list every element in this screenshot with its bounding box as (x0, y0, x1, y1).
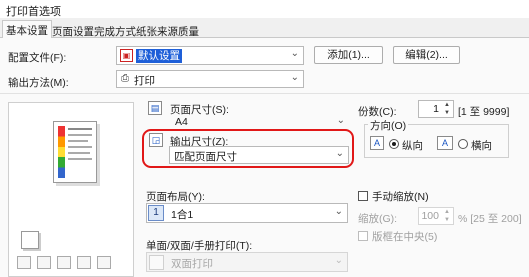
tab-quality[interactable]: 质量 (174, 21, 203, 38)
chevron-down-icon: ⌄ (334, 206, 343, 217)
copies-preview-icon (21, 231, 39, 249)
chevron-down-icon: ⌄ (336, 115, 345, 126)
preview-text-line (68, 140, 88, 142)
duplex-label: 单面/双面/手册打印(T): (146, 240, 253, 252)
center-checkbox[interactable] (358, 231, 368, 241)
window-title: 打印首选项 (6, 6, 61, 18)
landscape-label[interactable]: 横向 (471, 138, 492, 153)
scaling-range: % [25 至 200] (458, 213, 522, 225)
layout-value: 1合1 (171, 209, 194, 221)
highlight-box (142, 129, 354, 168)
portrait-radio[interactable] (389, 139, 399, 149)
chevron-down-icon: ⌄ (290, 72, 299, 83)
chevron-down-icon: ⌄ (334, 255, 343, 266)
scaling-spinbox[interactable]: 100 ▲ ▼ (418, 207, 454, 225)
view-icon[interactable] (57, 256, 71, 269)
spin-arrows-icon[interactable]: ▲ ▼ (442, 101, 452, 117)
tab-strip: 基本设置 页面设置 完成方式 纸张来源 质量 (0, 18, 529, 39)
preview-text-line (68, 134, 92, 136)
layout-select[interactable]: 1 1合1 ⌄ (146, 203, 348, 223)
duplex-icon (149, 255, 164, 270)
profile-value: 默认设置 (136, 49, 182, 63)
landscape-radio[interactable] (458, 139, 468, 149)
portrait-label[interactable]: 纵向 (402, 138, 423, 153)
chevron-down-icon: ⌄ (290, 48, 299, 59)
page-preview (8, 102, 134, 277)
preview-text-line (68, 158, 92, 160)
center-label[interactable]: 版框在中央(5) (372, 229, 437, 244)
preview-text-line (68, 146, 92, 148)
portrait-page-icon: A (370, 136, 384, 150)
page-size-value: A4 (175, 116, 188, 128)
output-method-label: 输出方法(M): (8, 77, 69, 89)
layout-icon: 1 (148, 205, 164, 221)
duplex-value: 双面打印 (171, 258, 213, 270)
divider (0, 93, 529, 94)
copies-spinbox[interactable]: 1 ▲ ▼ (418, 100, 454, 118)
scaling-value: 100 (421, 210, 439, 222)
preview-text-line (68, 152, 90, 154)
manual-scaling-label[interactable]: 手动缩放(N) (372, 189, 429, 204)
view-icon[interactable] (97, 256, 111, 269)
copies-value: 1 (433, 103, 439, 115)
preview-page (53, 121, 97, 183)
output-method-select[interactable]: ⎙ 打印 ⌄ (116, 70, 304, 88)
spin-arrows-icon[interactable]: ▲ ▼ (442, 208, 452, 224)
duplex-select[interactable]: 双面打印 ⌄ (146, 252, 348, 272)
view-icon[interactable] (17, 256, 31, 269)
output-method-value: 打印 (134, 75, 155, 87)
copies-label: 份数(C): (358, 106, 397, 118)
copies-range: [1 至 9999] (458, 106, 510, 118)
manual-scaling-checkbox[interactable] (358, 191, 368, 201)
profile-select[interactable]: ▣ 默认设置 ⌄ (116, 46, 304, 65)
page-size-icon: ▤ (148, 101, 162, 115)
view-icon[interactable] (37, 256, 51, 269)
scaling-label: 缩放(G): (358, 213, 398, 225)
landscape-page-icon: A (437, 136, 453, 150)
add-profile-button[interactable]: 添加(1)... (314, 46, 383, 64)
preview-color-bar (58, 126, 65, 178)
layout-label: 页面布局(Y): (146, 191, 205, 203)
profile-label: 配置文件(F): (8, 52, 67, 64)
tab-basic-settings[interactable]: 基本设置 (2, 20, 52, 39)
printer-icon: ⎙ (121, 73, 129, 84)
title-bar: 打印首选项 (0, 0, 529, 18)
profile-icon: ▣ (120, 49, 133, 62)
preview-text-line (68, 128, 92, 130)
edit-profile-button[interactable]: 编辑(2)... (393, 46, 460, 64)
view-icon[interactable] (77, 256, 91, 269)
orientation-label: 方向(O) (368, 118, 409, 133)
preview-toolbar (15, 255, 127, 271)
